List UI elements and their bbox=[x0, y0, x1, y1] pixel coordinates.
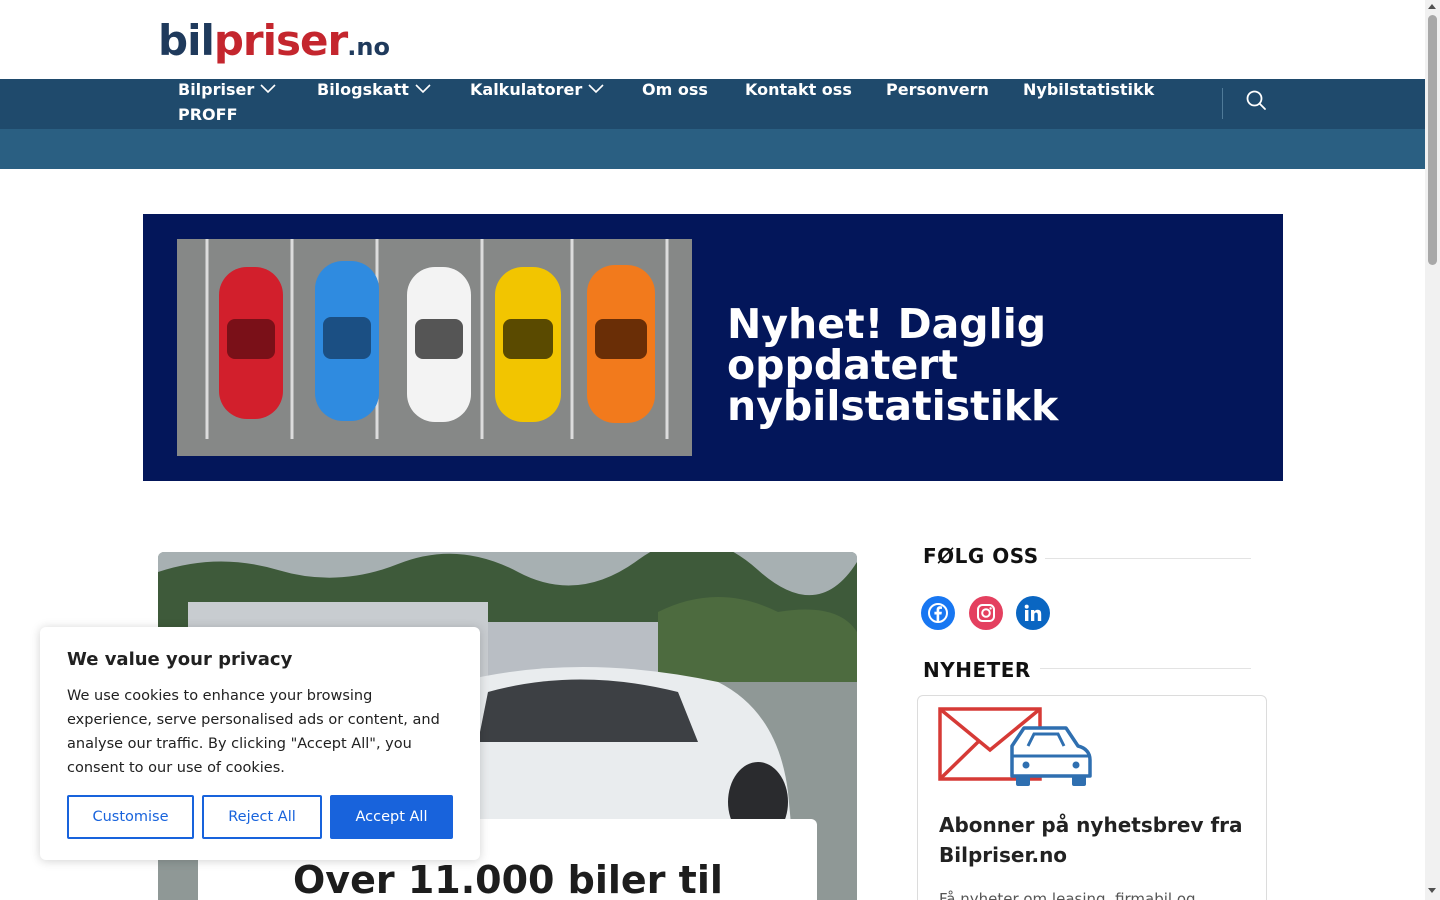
nav-item-personvern[interactable]: Personvern bbox=[886, 80, 989, 100]
chevron-down-icon bbox=[415, 84, 431, 94]
scrollbar-thumb[interactable] bbox=[1428, 15, 1437, 265]
logo-part-no: .no bbox=[347, 33, 390, 61]
chevron-down-icon bbox=[260, 84, 276, 94]
nav-item-bilpriser[interactable]: Bilpriser bbox=[178, 80, 276, 100]
linkedin-icon bbox=[1024, 604, 1042, 621]
article-title: Over 11.000 biler til bbox=[293, 858, 723, 900]
promo-banner[interactable]: Nyhet! Daglig oppdatert nybilstatistikk bbox=[143, 214, 1283, 481]
sub-nav-bar bbox=[0, 129, 1425, 169]
logo-part-priser: priser bbox=[213, 16, 348, 65]
nav-item-kontakt-oss[interactable]: Kontakt oss bbox=[745, 80, 852, 100]
instagram-icon bbox=[977, 604, 995, 622]
nav-item-label: Kalkulatorer bbox=[470, 80, 583, 99]
scroll-up-arrow-icon[interactable] bbox=[1428, 4, 1436, 9]
news-heading: NYHETER bbox=[923, 658, 1031, 682]
site-logo[interactable]: bilpriser.no bbox=[158, 16, 390, 72]
facebook-icon bbox=[928, 603, 948, 623]
instagram-link[interactable] bbox=[969, 596, 1003, 630]
follow-heading-divider bbox=[1045, 558, 1251, 559]
nav-item-proff[interactable]: PROFF bbox=[178, 105, 238, 125]
search-button[interactable] bbox=[1244, 88, 1268, 112]
newsletter-text: Få nyheter om leasing, firmabil og bbox=[939, 890, 1196, 900]
cookie-title: We value your privacy bbox=[67, 649, 293, 670]
newsletter-card[interactable]: Abonner på nyhetsbrev fra Bilpriser.no F… bbox=[917, 695, 1267, 900]
search-icon bbox=[1246, 90, 1266, 110]
nav-item-kalkulatorer[interactable]: Kalkulatorer bbox=[470, 80, 604, 100]
scroll-down-arrow-icon[interactable] bbox=[1428, 888, 1436, 893]
nav-item-om-oss[interactable]: Om oss bbox=[642, 80, 708, 100]
cookie-text: We use cookies to enhance your browsing … bbox=[67, 688, 440, 776]
newsletter-envelope-car-icon bbox=[938, 707, 1092, 786]
chevron-down-icon bbox=[588, 84, 604, 94]
customise-button[interactable]: Customise bbox=[67, 795, 194, 839]
nav-item-nybilstatistikk[interactable]: Nybilstatistikk bbox=[1023, 80, 1154, 100]
page-scrollbar[interactable] bbox=[1425, 0, 1440, 900]
nav-item-bilogskatt[interactable]: Bilogskatt bbox=[317, 80, 431, 100]
nav-item-label: Bilpriser bbox=[178, 80, 255, 99]
logo-part-bil: bil bbox=[158, 16, 215, 65]
parked-cars-image bbox=[177, 239, 692, 456]
nav-item-label: Bilogskatt bbox=[317, 80, 409, 99]
linkedin-link[interactable] bbox=[1016, 596, 1050, 630]
accept-all-button[interactable]: Accept All bbox=[330, 795, 453, 839]
cookie-consent-dialog: We value your privacy We use cookies to … bbox=[40, 627, 480, 860]
news-heading-divider bbox=[1040, 668, 1251, 669]
site-header: bilpriser.no bbox=[0, 0, 1425, 79]
banner-title: Nyhet! Daglig oppdatert nybilstatistikk bbox=[727, 300, 1059, 430]
reject-all-button[interactable]: Reject All bbox=[202, 795, 322, 839]
nav-divider bbox=[1222, 88, 1223, 119]
facebook-link[interactable] bbox=[921, 596, 955, 630]
follow-heading: FØLG OSS bbox=[923, 544, 1039, 568]
newsletter-title: Abonner på nyhetsbrev fra Bilpriser.no bbox=[939, 813, 1243, 867]
